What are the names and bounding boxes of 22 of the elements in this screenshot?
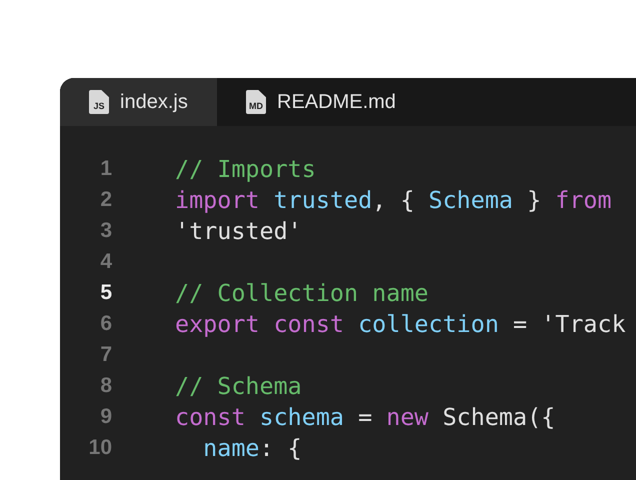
code-line: name: { bbox=[202, 434, 302, 462]
line-number: 8 bbox=[99, 374, 112, 398]
line-number: 6 bbox=[99, 312, 112, 336]
editor-tab[interactable]: JS index.js bbox=[60, 78, 217, 126]
code-line: const schema = new Schema({ bbox=[175, 402, 556, 430]
line-number: 2 bbox=[99, 188, 112, 212]
file-icon: MD bbox=[246, 90, 266, 114]
code-line: // Schema bbox=[175, 372, 302, 400]
line-number: 3 bbox=[99, 218, 112, 242]
code-line: export const collection = 'Track bbox=[175, 310, 626, 338]
code-line: // Collection name bbox=[175, 278, 428, 306]
line-number: 5 bbox=[99, 280, 112, 304]
code-line: // Imports bbox=[175, 154, 316, 182]
code-line: 'trusted' bbox=[175, 216, 302, 244]
line-number: 7 bbox=[99, 342, 112, 366]
line-number: 9 bbox=[99, 404, 112, 428]
line-number: 1 bbox=[99, 156, 112, 180]
code-line: import trusted, { Schema } from bbox=[175, 186, 612, 214]
line-number: 10 bbox=[88, 436, 112, 460]
file-icon: JS bbox=[89, 90, 109, 114]
line-number: 4 bbox=[99, 250, 112, 274]
editor-tab[interactable]: MD README.md bbox=[217, 78, 420, 126]
